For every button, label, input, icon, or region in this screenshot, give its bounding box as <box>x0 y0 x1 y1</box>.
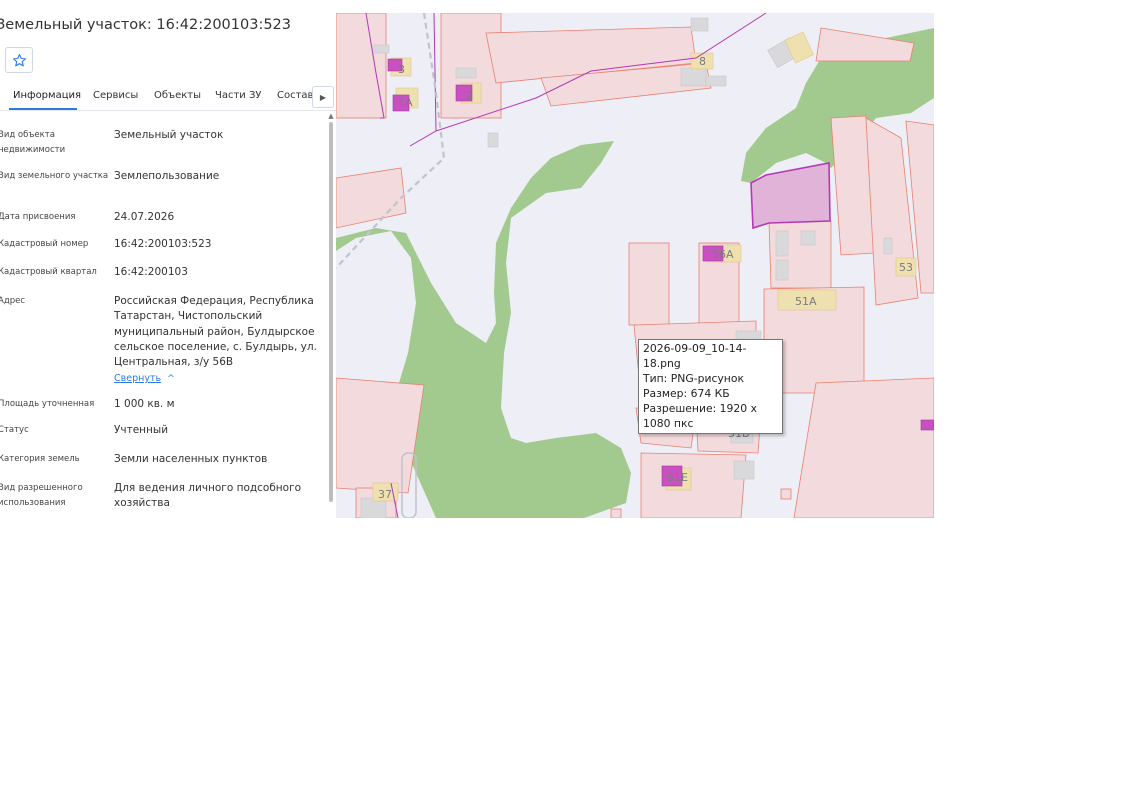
active-tab-indicator <box>9 108 77 110</box>
attribute-label: Вид земельного участка <box>0 171 109 181</box>
building <box>487 132 499 148</box>
parcel <box>640 452 747 518</box>
file-info-tooltip: 2026-09-09_10-14-18.png Тип: PNG-рисунок… <box>638 339 783 434</box>
building <box>920 419 934 431</box>
tooltip-size: Размер: 674 КБ <box>643 387 730 400</box>
tab-services[interactable]: Сервисы <box>93 90 138 101</box>
attribute-label: Кадастровый номер <box>0 239 89 249</box>
building <box>373 44 390 54</box>
parcel <box>793 377 934 518</box>
building <box>705 75 727 87</box>
attribute-label: Кадастровый квартал <box>0 267 97 277</box>
map-label: 8 <box>699 55 706 68</box>
tab-objects[interactable]: Объекты <box>154 90 201 101</box>
page-title: Земельный участок: 16:42:200103:523 <box>0 17 292 33</box>
collapse-label: Свернуть <box>114 373 162 384</box>
attribute-value: Землепользование <box>114 170 220 182</box>
attribute-label: Дата присвоения <box>0 212 76 222</box>
building <box>680 67 707 87</box>
parcel <box>780 488 792 500</box>
scroll-up-icon[interactable]: ▲ <box>327 112 335 120</box>
parcel <box>336 377 425 494</box>
building <box>883 237 893 255</box>
tab-parcel-parts[interactable]: Части ЗУ <box>215 90 262 101</box>
cadastral-map[interactable]: 3 1А 2 8 56А 53 51А 51Б 51Е 37 <box>336 13 934 518</box>
attribute-label: Адрес <box>0 296 25 306</box>
collapse-link[interactable]: Свернуть ^ <box>114 373 175 384</box>
favorite-button[interactable] <box>5 47 33 73</box>
chevron-right-icon: ▶ <box>319 92 327 102</box>
address-value: Российская Федерация, Республика Татарст… <box>114 295 317 369</box>
building <box>775 259 789 281</box>
attribute-label: Статус <box>0 425 29 435</box>
attribute-value: 16:42:200103 <box>114 266 188 278</box>
map-label: 56А <box>712 248 734 261</box>
chevron-up-icon: ^ <box>167 374 175 384</box>
panel-scrollbar[interactable]: ▲ <box>326 112 336 518</box>
parcel <box>336 167 407 229</box>
attribute-value: Учтенный <box>114 424 169 436</box>
map-label: 3 <box>398 63 405 76</box>
attribute-value: 16:42:200103:523 <box>114 238 212 250</box>
map-label: 2 <box>466 89 473 102</box>
building <box>775 230 789 257</box>
attribute-label: Площадь уточненная <box>0 399 95 409</box>
attribute-label: Вид объекта недвижимости <box>0 130 66 155</box>
tooltip-resolution: Разрешение: 1920 x 1080 пкс <box>643 402 757 430</box>
parcel <box>336 13 387 119</box>
building <box>690 17 709 32</box>
attribute-label: Вид разрешенного использования <box>0 483 83 508</box>
tooltip-filename: 2026-09-09_10-14-18.png <box>643 342 747 370</box>
info-panel: Земельный участок: 16:42:200103:523 Инфо… <box>0 0 336 518</box>
map-label: 1А <box>398 96 413 109</box>
attribute-value: Земельный участок <box>114 129 224 141</box>
star-icon <box>12 53 26 66</box>
tab-information[interactable]: Информация <box>13 90 81 101</box>
tooltip-type: Тип: PNG-рисунок <box>643 372 744 385</box>
map-label: 51Е <box>667 471 688 484</box>
attribute-value: 1 000 кв. м <box>114 398 175 410</box>
building <box>800 230 816 246</box>
attribute-value: Земли населенных пунктов <box>114 453 268 465</box>
tabs-scroll-right-button[interactable]: ▶ <box>312 86 334 108</box>
scrollbar-thumb[interactable] <box>329 122 333 502</box>
map-canvas: 3 1А 2 8 56А 53 51А 51Б 51Е 37 <box>336 13 934 518</box>
map-label: 37 <box>378 488 392 501</box>
attribute-label: Категория земель <box>0 454 80 464</box>
parcel <box>815 27 915 62</box>
parcel <box>628 242 670 326</box>
tab-composition[interactable]: Состав <box>277 90 313 101</box>
building <box>455 67 477 79</box>
tab-bar: Информация Сервисы Объекты Части ЗУ Сост… <box>0 84 336 111</box>
attribute-value: Для ведения личного подсобного хозяйства <box>114 482 302 510</box>
building <box>733 460 755 480</box>
map-label: 53 <box>899 261 913 274</box>
attribute-value: 24.07.2026 <box>114 211 175 223</box>
settlement-boundary <box>433 13 437 132</box>
parcel <box>610 508 622 518</box>
map-label: 51А <box>795 295 817 308</box>
